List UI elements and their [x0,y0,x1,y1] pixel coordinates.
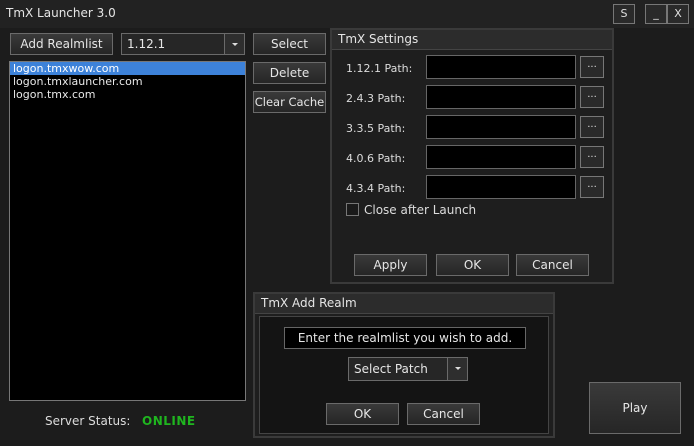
minimize-button[interactable]: _ [645,4,667,24]
select-button[interactable]: Select [253,33,326,55]
realmlist-input[interactable]: Enter the realmlist you wish to add. [284,327,526,349]
add-realm-ok-button[interactable]: OK [326,403,399,425]
close-after-launch-label: Close after Launch [364,203,477,217]
path-field-2-4-3[interactable] [426,85,576,109]
settings-ok-button[interactable]: OK [436,254,509,276]
version-dropdown-value: 1.12.1 [127,37,166,51]
path-label-3-3-5: 3.3.5 Path: [346,122,406,135]
patch-dropdown-value: Select Patch [354,362,428,376]
clear-cache-button[interactable]: Clear Cache [253,91,326,113]
path-label-2-4-3: 2.4.3 Path: [346,92,406,105]
path-field-1-12-1[interactable] [426,55,576,79]
settings-panel: TmX Settings 1.12.1 Path: ... 2.4.3 Path… [330,28,614,284]
patch-dropdown[interactable]: Select Patch [348,357,468,381]
browse-button-2-4-3[interactable]: ... [580,86,604,108]
app-title: TmX Launcher 3.0 [6,6,116,20]
path-label-4-0-6: 4.0.6 Path: [346,152,406,165]
settings-cancel-button[interactable]: Cancel [516,254,589,276]
close-button[interactable]: X [667,4,689,24]
apply-button[interactable]: Apply [354,254,427,276]
path-label-4-3-4: 4.3.4 Path: [346,182,406,195]
path-field-4-0-6[interactable] [426,145,576,169]
browse-button-1-12-1[interactable]: ... [580,56,604,78]
close-after-launch-checkbox[interactable] [346,203,359,216]
server-status-value: ONLINE [142,414,196,428]
add-realmlist-button[interactable]: Add Realmlist [10,33,113,55]
add-realm-cancel-button[interactable]: Cancel [407,403,480,425]
chevron-down-icon[interactable] [447,358,467,380]
delete-button[interactable]: Delete [253,62,326,84]
list-item[interactable]: logon.tmxwow.com [10,62,245,75]
browse-button-4-0-6[interactable]: ... [580,146,604,168]
add-realm-panel: TmX Add Realm Enter the realmlist you wi… [253,292,555,438]
list-item[interactable]: logon.tmx.com [10,88,245,101]
chevron-down-icon[interactable] [224,34,244,54]
server-status-label: Server Status: [45,414,131,428]
path-field-4-3-4[interactable] [426,175,576,199]
settings-window-button[interactable]: S [613,4,635,24]
version-dropdown[interactable]: 1.12.1 [121,33,245,55]
realmlist-listbox[interactable]: logon.tmxwow.com logon.tmxlauncher.com l… [9,61,246,401]
add-realm-panel-title: TmX Add Realm [255,294,553,314]
list-item[interactable]: logon.tmxlauncher.com [10,75,245,88]
browse-button-4-3-4[interactable]: ... [580,176,604,198]
path-field-3-3-5[interactable] [426,115,576,139]
play-button[interactable]: Play [589,382,681,434]
path-label-1-12-1: 1.12.1 Path: [346,62,413,75]
settings-panel-title: TmX Settings [332,30,612,50]
browse-button-3-3-5[interactable]: ... [580,116,604,138]
add-realm-body: Enter the realmlist you wish to add. Sel… [259,316,549,434]
